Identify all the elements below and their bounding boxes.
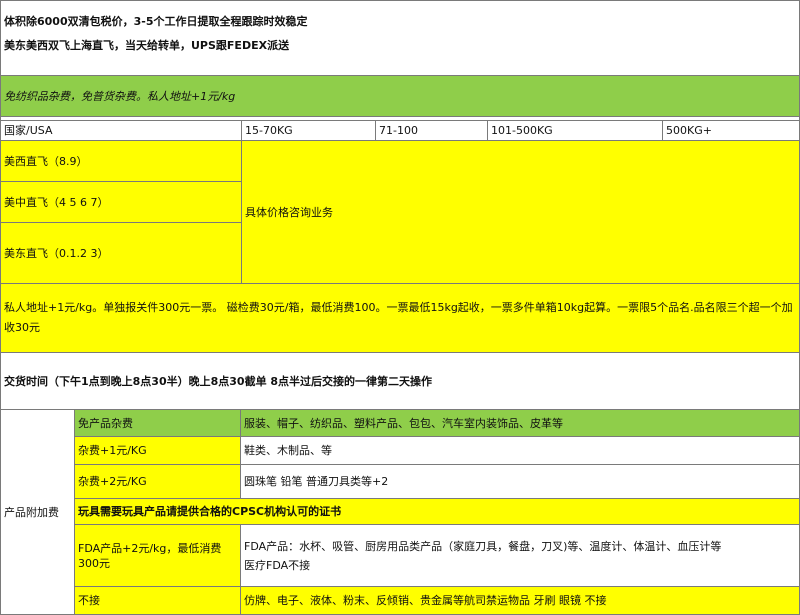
fda-line-2: 医疗FDA不接 (244, 558, 311, 572)
header-block: 体积除6000双清包税价，3-5个工作日提取全程跟踪时效稳定 美东美西双飞上海直… (0, 0, 800, 76)
rate-header-71-100: 71-100 (375, 120, 488, 141)
route-west: 美西直飞（8.9） (0, 140, 242, 182)
surcharge-row-3-right: 圆珠笔 铅笔 普通刀具类等+2 (240, 464, 800, 499)
header-line-2: 美东美西双飞上海直飞，当天给转单，UPS跟FEDEX派送 (4, 39, 290, 52)
surcharge-row-4-left: FDA产品+2元/kg，最低消费300元 (74, 524, 241, 587)
header-line-1: 体积除6000双清包税价，3-5个工作日提取全程跟踪时效稳定 (4, 15, 308, 28)
delivery-time: 交货时间（下午1点到晚上8点30半）晚上8点30截单 8点半过后交接的一律第二天… (0, 352, 800, 410)
surcharge-row-5-right: 仿牌、电子、液体、粉末、反倾销、贵金属等航司禁运物品 牙刷 眼镜 不接 (240, 586, 800, 615)
cpsc-note: 玩具需要玩具产品请提供合格的CPSC机构认可的证书 (74, 498, 800, 525)
surcharge-row-3-left: 杂费+2元/KG (74, 464, 241, 499)
route-east: 美东直飞（0.1.2 3） (0, 222, 242, 284)
rate-header-500plus: 500KG+ (662, 120, 800, 141)
yellow-note: 私人地址+1元/kg。单独报关件300元一票。 磁检费30元/箱，最低消费100… (0, 283, 800, 353)
surcharge-row-2-left: 杂费+1元/KG (74, 436, 241, 465)
rate-header-country: 国家/USA (0, 120, 242, 141)
price-sheet: 体积除6000双清包税价，3-5个工作日提取全程跟踪时效稳定 美东美西双飞上海直… (0, 0, 800, 615)
rate-header-101-500: 101-500KG (487, 120, 663, 141)
price-consult-note: 具体价格咨询业务 (241, 140, 800, 284)
fda-line-1: FDA产品：水杯、吸管、厨房用品类产品（家庭刀具，餐盘，刀叉)等、温度计、体温计… (244, 539, 722, 553)
route-central: 美中直飞（4 5 6 7） (0, 181, 242, 223)
surcharge-row-2-right: 鞋类、木制品、等 (240, 436, 800, 465)
surcharge-row-1-left: 免产品杂费 (74, 409, 241, 437)
surcharge-label: 产品附加费 (0, 409, 75, 615)
surcharge-row-1-right: 服装、帽子、纺织品、塑料产品、包包、汽车室内装饰品、皮革等 (240, 409, 800, 437)
rate-header-15-70: 15-70KG (241, 120, 376, 141)
surcharge-row-4-right: FDA产品：水杯、吸管、厨房用品类产品（家庭刀具，餐盘，刀叉)等、温度计、体温计… (240, 524, 800, 587)
green-note: 免纺织品杂费，免普货杂费。私人地址+1元/kg (0, 75, 800, 117)
surcharge-row-5-left: 不接 (74, 586, 241, 615)
